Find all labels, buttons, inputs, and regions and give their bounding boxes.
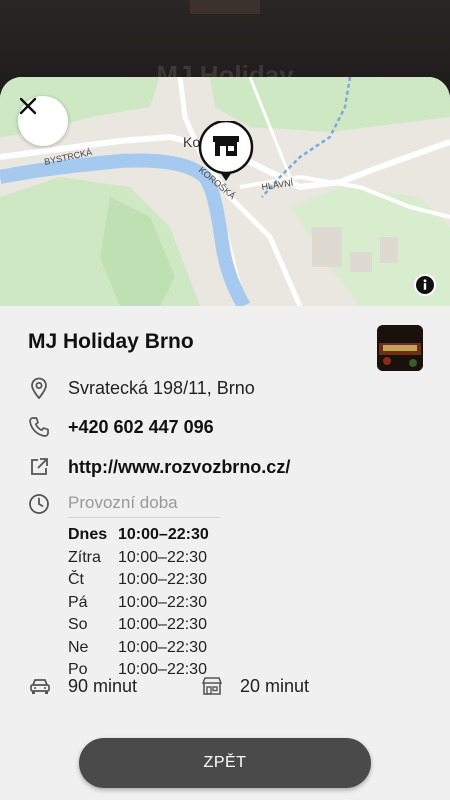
hours-row-item: Čt 10:00–22:30 — [68, 569, 209, 592]
hours-time: 10:00–22:30 — [118, 638, 207, 656]
phone-row[interactable]: +420 602 447 096 — [28, 414, 428, 440]
hours-label: Provozní doba — [68, 493, 220, 518]
place-name: MJ Holiday Brno — [28, 330, 194, 353]
hours-time: 10:00–22:30 — [118, 571, 207, 589]
hours-time: 10:00–22:30 — [118, 548, 207, 566]
hours-time: 10:00–22:30 — [118, 526, 209, 544]
clock-icon — [28, 493, 50, 515]
hours-day: Čt — [68, 571, 84, 589]
pickup-time: 20 minut — [200, 675, 309, 697]
hours-row — [28, 493, 68, 515]
location-pin-icon — [28, 377, 50, 399]
hours-day: Zítra — [68, 548, 101, 566]
background-photo — [190, 0, 260, 14]
hours-time: 10:00–22:30 — [118, 616, 207, 634]
map-graphic: BYSTRCKÁ KOROŠKÁ HLAVNÍ Ko — [0, 77, 450, 306]
hours-time: 10:00–22:30 — [118, 593, 207, 611]
map-label-street: HLAVNÍ — [261, 178, 294, 192]
website-link[interactable]: http://www.rozvozbrno.cz/ — [68, 457, 290, 478]
back-button[interactable]: ZPĚT — [79, 738, 371, 788]
address-text: Svratecká 198/11, Brno — [68, 377, 255, 398]
hours-list: Dnes 10:00–22:30 Zítra 10:00–22:30 Čt 10:00–2… — [68, 524, 209, 682]
hours-row-item: So 10:00–22:30 — [68, 614, 209, 637]
close-button[interactable] — [18, 96, 68, 146]
hours-day: Dnes — [68, 526, 108, 544]
store-icon — [200, 675, 224, 697]
hours-row-item: Ne 10:00–22:30 — [68, 637, 209, 660]
website-row[interactable]: http://www.rozvozbrno.cz/ — [28, 454, 428, 480]
phone-link[interactable]: +420 602 447 096 — [68, 417, 214, 438]
hours-row-item: Zítra 10:00–22:30 — [68, 547, 209, 570]
external-link-icon — [28, 456, 50, 478]
hours-row-item: Dnes 10:00–22:30 — [68, 524, 209, 547]
map-view[interactable]: BYSTRCKÁ KOROŠKÁ HLAVNÍ Ko — [0, 77, 450, 306]
hours-day: So — [68, 616, 88, 634]
close-icon — [19, 97, 37, 115]
car-icon — [28, 675, 52, 697]
phone-icon — [28, 416, 50, 438]
delivery-time: 90 minut — [28, 675, 137, 697]
hours-day: Pá — [68, 593, 88, 611]
map-info-button[interactable] — [414, 274, 436, 296]
place-detail-sheet: BYSTRCKÁ KOROŠKÁ HLAVNÍ Ko MJ Holiday Br… — [0, 77, 450, 800]
pickup-time-value: 20 minut — [240, 675, 310, 696]
place-logo — [377, 325, 423, 371]
hours-day: Ne — [68, 638, 89, 656]
store-pin-icon[interactable] — [196, 121, 256, 183]
delivery-time-value: 90 minut — [68, 675, 138, 696]
hours-row-item: Pá 10:00–22:30 — [68, 592, 209, 615]
info-icon — [416, 276, 434, 294]
address-row: Svratecká 198/11, Brno — [28, 375, 428, 401]
